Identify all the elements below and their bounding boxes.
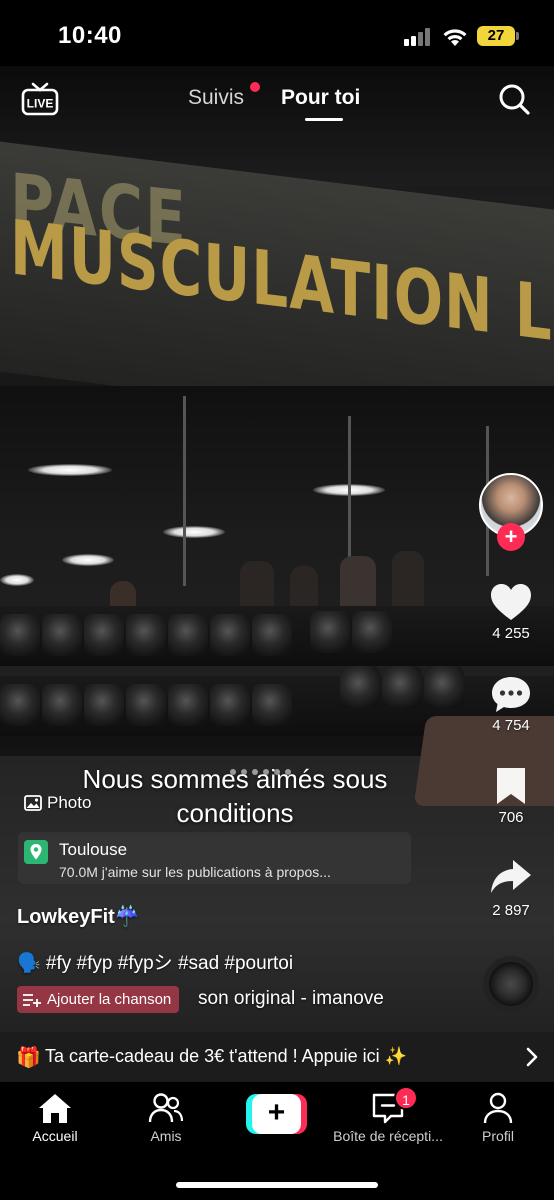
cellular-signal-icon [404,28,434,46]
create-icon: + [252,1094,301,1134]
add-song-label: Ajouter la chanson [47,991,172,1008]
post-hashtags[interactable]: 🗣️ #fy #fyp #fypシ #sad #pourtoi [17,948,293,975]
profile-icon [483,1092,513,1124]
location-card[interactable]: Toulouse 70.0M j'aime sur les publicatio… [18,832,411,884]
tab-inbox[interactable]: Boîte de récepti... [333,1082,443,1152]
inbox-badge: 1 [394,1086,418,1110]
tab-for-you[interactable]: Pour toi [281,86,360,110]
sound-name[interactable]: son original - imanove [198,988,384,1010]
gift-card-promo-banner[interactable]: 🎁 Ta carte-cadeau de 3€ t'attend ! Appui… [0,1032,554,1082]
active-tab-indicator [305,118,343,121]
tab-friends[interactable]: Amis [111,1082,221,1152]
create-button[interactable]: + [246,1094,307,1134]
favorite-count: 706 [498,809,524,826]
friends-icon [148,1093,184,1123]
photo-badge-label: Photo [47,793,92,812]
location-name: Toulouse [59,840,128,859]
search-icon[interactable] [497,82,531,116]
like-count: 4 255 [492,625,530,642]
wifi-icon [443,29,467,46]
heart-icon[interactable] [489,582,533,622]
following-notification-dot [250,82,260,92]
home-indicator [176,1182,378,1188]
image-icon [24,795,42,811]
photo-badge: Photo [24,793,91,813]
location-subtitle: 70.0M j'aime sur les publications à prop… [59,864,331,880]
add-song-button[interactable]: Ajouter la chanson [17,986,180,1013]
tab-profile[interactable]: Profil [443,1082,553,1152]
share-count: 2 897 [492,902,530,919]
gift-icon: 🎁 [16,1047,41,1069]
bookmark-icon[interactable] [489,766,533,806]
overlay-text-line2: conditions [176,798,294,828]
playlist-add-icon [23,993,41,1007]
tab-inbox-label: Boîte de récepti... [333,1128,443,1144]
tab-home[interactable]: Accueil [0,1082,110,1152]
status-bar: 10:40 27 [0,0,554,66]
battery-indicator: 27 [477,26,519,46]
photo-overlay-text: Nous sommes aimés sous conditions [60,762,410,830]
creator-username[interactable]: LowkeyFit☔️ [17,904,140,929]
tab-profile-label: Profil [482,1128,514,1144]
status-time: 10:40 [58,22,122,49]
location-pin-icon [24,840,48,864]
chevron-right-icon [526,1047,538,1067]
tab-following[interactable]: Suivis [188,86,244,110]
home-icon [39,1094,71,1123]
share-icon[interactable] [489,858,533,898]
comment-count: 4 754 [492,717,530,734]
promo-text: Ta carte-cadeau de 3€ t'attend ! Appuie … [45,1046,408,1066]
photo-post-image[interactable]: PACE MUSCULATION LIBRE [0,66,554,1082]
music-disc-icon[interactable] [483,956,539,1012]
tab-friends-label: Amis [150,1128,182,1144]
comment-icon[interactable] [489,674,533,714]
svg-text:LIVE: LIVE [27,97,54,111]
tab-home-label: Accueil [32,1128,78,1144]
overlay-text-line1: Nous sommes aimés sous [82,764,388,794]
top-navigation [0,66,554,136]
live-icon[interactable]: LIVE [20,82,60,116]
follow-button[interactable]: + [497,523,525,551]
